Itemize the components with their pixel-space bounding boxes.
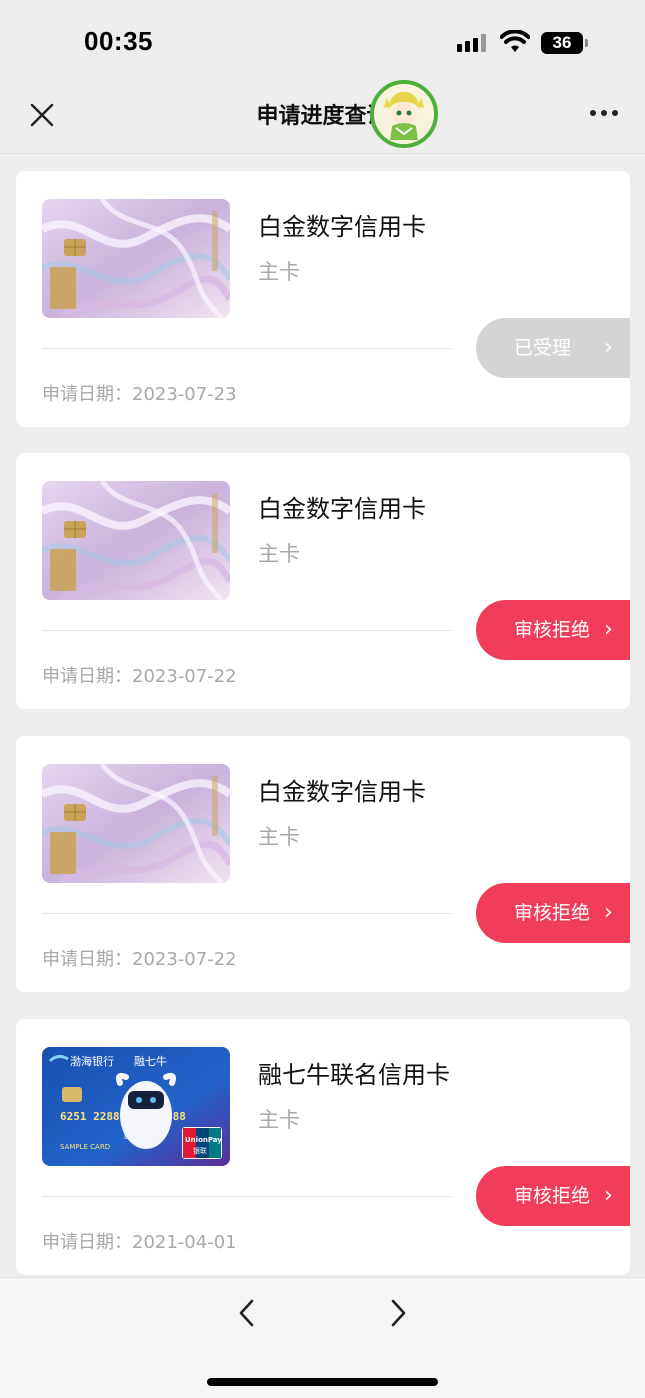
status-label: 已受理 [514,337,572,359]
chevron-right-icon[interactable] [383,1296,413,1330]
application-date: 申请日期：2023-07-22 [42,666,237,687]
partner-name: 融七牛 [134,1054,167,1068]
status-button-accepted[interactable]: 已受理 › [476,318,630,378]
bottom-nav-bar [0,1277,645,1398]
status-button-rejected[interactable]: 审核拒绝 › [476,883,630,943]
bank-name: 渤海银行 [70,1054,114,1068]
divider [42,348,453,349]
chevron-right-icon: › [604,900,613,925]
status-label: 审核拒绝 [514,619,591,641]
more-dots-icon[interactable] [590,110,618,116]
card-type: 主卡 [258,1108,300,1132]
platinum-card-image [42,764,230,883]
application-date: 申请日期：2021-04-01 [42,1232,237,1253]
battery-icon: 36 [541,32,583,54]
avatar[interactable] [370,80,438,148]
application-card[interactable]: 渤海银行 融七牛 6251 2288 8888 8888 88/88 SAMPL… [16,1019,630,1275]
status-time: 00:35 [84,26,153,56]
chevron-right-icon: › [604,335,613,360]
cobrand-card-image: 渤海银行 融七牛 6251 2288 8888 8888 88/88 SAMPL… [42,1047,230,1166]
divider [42,630,453,631]
platinum-card-image [42,481,230,600]
cellular-signal-icon [457,34,486,52]
card-type: 主卡 [258,542,300,566]
home-indicator[interactable] [207,1378,438,1386]
application-card[interactable]: 白金数字信用卡 主卡 申请日期：2023-07-22 审核拒绝 › [16,453,630,709]
chevron-right-icon: › [604,1183,613,1208]
card-type: 主卡 [258,260,300,284]
card-product-name: 白金数字信用卡 [258,213,426,241]
status-button-rejected[interactable]: 审核拒绝 › [476,1166,630,1226]
unionpay-cn-logo: 银联 [193,1146,207,1155]
card-product-name: 白金数字信用卡 [258,495,426,523]
divider [42,913,453,914]
chevron-left-icon[interactable] [232,1296,262,1330]
card-type: 主卡 [258,825,300,849]
page-title: 申请进度查询 [256,104,389,129]
status-label: 审核拒绝 [514,902,591,924]
wifi-icon [500,30,530,52]
application-date: 申请日期：2023-07-23 [42,384,237,405]
platinum-card-image [42,199,230,318]
status-label: 审核拒绝 [514,1185,591,1207]
unionpay-logo: UnionPay [185,1136,222,1144]
application-date: 申请日期：2023-07-22 [42,949,237,970]
status-button-rejected[interactable]: 审核拒绝 › [476,600,630,660]
chevron-right-icon: › [604,617,613,642]
application-card[interactable]: 白金数字信用卡 主卡 申请日期：2023-07-22 审核拒绝 › [16,736,630,992]
card-product-name: 白金数字信用卡 [258,778,426,806]
sample-label: SAMPLE CARD [60,1143,110,1151]
card-product-name: 融七牛联名信用卡 [258,1061,450,1089]
battery-level: 36 [552,33,572,52]
status-bar: 00:35 36 [0,0,645,88]
battery-tip [585,39,588,47]
divider [42,1196,453,1197]
application-card[interactable]: 白金数字信用卡 主卡 申请日期：2023-07-23 已受理 › [16,171,630,427]
nav-bar: 申请进度查询 [0,88,645,154]
